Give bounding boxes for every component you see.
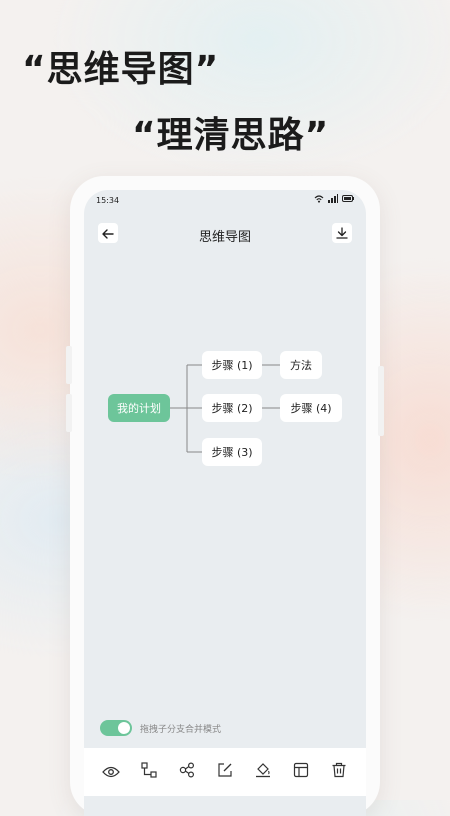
phone-frame: 15:34 思维导图 我的计划 步骤 (1) 方法 步骤 (2) 步骤 (4) … (66, 176, 384, 816)
merge-mode-toggle[interactable] (100, 720, 132, 736)
promo-headline-2: “理清思路” (132, 115, 330, 156)
fill-color-icon (255, 762, 271, 782)
mind-map-node[interactable]: 步骤 (2) (202, 394, 262, 422)
promo-headline-1: “思维导图” (22, 49, 220, 90)
layout-icon (293, 762, 309, 782)
delete-icon (331, 762, 347, 782)
bottom-strip (84, 796, 366, 816)
fill-color-button[interactable] (252, 761, 274, 783)
add-child-node-icon (141, 762, 157, 782)
merge-mode-row: 拖拽子分支合并模式 (100, 720, 221, 736)
preview-button[interactable] (100, 761, 122, 783)
bottom-toolbar (84, 748, 366, 796)
app-screen: 15:34 思维导图 我的计划 步骤 (1) 方法 步骤 (2) 步骤 (4) … (84, 190, 366, 816)
add-sibling-node-icon (179, 762, 195, 782)
phone-side-button (66, 394, 72, 432)
mind-map-node[interactable]: 步骤 (3) (202, 438, 262, 466)
merge-mode-label: 拖拽子分支合并模式 (140, 724, 222, 735)
phone-power-button (378, 366, 384, 436)
mind-map-node[interactable]: 步骤 (4) (280, 394, 342, 422)
add-child-node-button[interactable] (138, 761, 160, 783)
layout-button[interactable] (290, 761, 312, 783)
delete-button[interactable] (328, 761, 350, 783)
eye-icon (102, 763, 120, 782)
toggle-knob (118, 722, 130, 734)
mind-map-node[interactable]: 步骤 (1) (202, 351, 262, 379)
edit-button[interactable] (214, 761, 236, 783)
add-sibling-node-button[interactable] (176, 761, 198, 783)
phone-side-button (66, 346, 72, 384)
edit-icon (217, 762, 233, 782)
mind-map-node[interactable]: 方法 (280, 351, 322, 379)
mind-map-root-node[interactable]: 我的计划 (108, 394, 170, 422)
